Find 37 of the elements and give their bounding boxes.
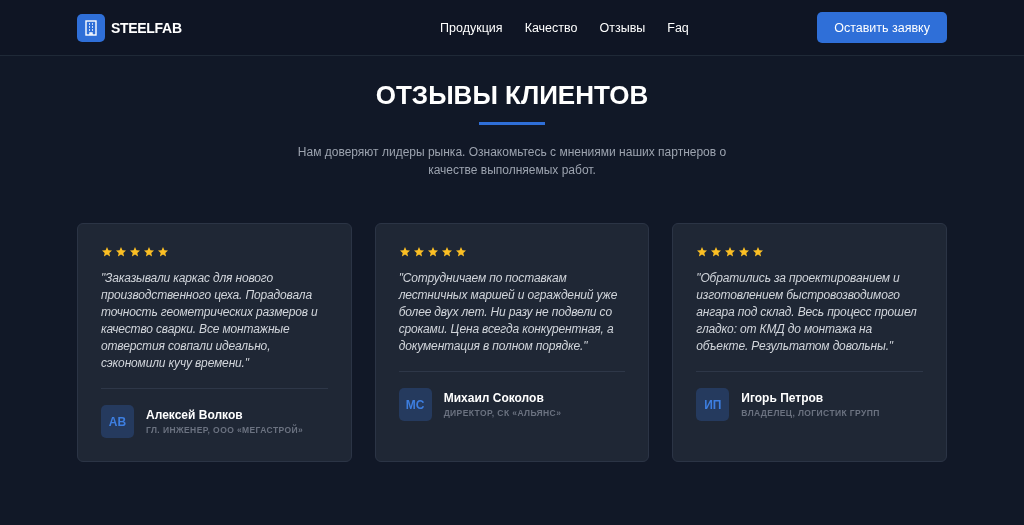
section-subtitle: Нам доверяют лидеры рынка. Ознакомьтесь с мнениями наших партнеров о качестве выполняемых работ. bbox=[296, 144, 728, 179]
author-role: ВЛАДЕЛЕЦ, ЛОГИСТИК ГРУПП bbox=[741, 408, 880, 418]
author-name: Михаил Соколов bbox=[443, 391, 545, 405]
star-icon bbox=[752, 246, 765, 258]
star-icon bbox=[115, 246, 127, 258]
review-quote: "Сотрудничаем по поставкам лестничных маршей и ограждений уже более двух лет. Ни разу не подвели со сроками. Цена всегда конкурентная, а документация в полном порядке." bbox=[398, 270, 619, 355]
review-quote: "Обратились за проектированием и изготовлением быстровозводимого ангара под склад. Весь процесс прошел гладко: от КМД до монтажа на объекте. Результатом довольны." bbox=[696, 270, 918, 355]
author-name: Алексей Волков bbox=[146, 408, 244, 422]
author-avatar: ИП bbox=[696, 388, 730, 421]
author-name: Игорь Петров bbox=[741, 391, 825, 405]
section-title: ОТЗЫВЫ КЛИЕНТОВ bbox=[374, 79, 650, 111]
author-avatar: АВ bbox=[101, 405, 134, 438]
nav-link[interactable]: Качество bbox=[524, 20, 578, 35]
star-icon bbox=[440, 246, 453, 258]
nav-link[interactable]: Продукция bbox=[440, 20, 503, 35]
building-icon bbox=[77, 13, 105, 42]
title-underline bbox=[479, 122, 545, 125]
star-icon bbox=[143, 246, 155, 258]
star-icon bbox=[710, 246, 723, 258]
logo-text: STEELFAB bbox=[111, 19, 182, 36]
star-icon bbox=[412, 246, 425, 258]
star-icon bbox=[738, 246, 751, 258]
author-avatar: МС bbox=[398, 388, 432, 421]
nav-link[interactable]: Отзывы bbox=[599, 20, 646, 35]
nav-link[interactable]: Faq bbox=[667, 20, 689, 35]
star-icon bbox=[454, 246, 467, 258]
star-icon bbox=[101, 246, 113, 258]
star-icon bbox=[398, 246, 411, 258]
author-role: ДИРЕКТОР, СК «АЛЬЯНС» bbox=[443, 408, 562, 418]
star-icon bbox=[157, 246, 169, 258]
star-icon bbox=[724, 246, 737, 258]
author-role: ГЛ. ИНЖЕНЕР, ООО «МЕГАСТРОЙ» bbox=[146, 425, 304, 435]
star-icon bbox=[129, 246, 141, 258]
star-icon bbox=[696, 246, 709, 258]
request-button[interactable]: Оставить заявку bbox=[817, 12, 947, 43]
review-quote: "Заказывали каркас для нового производственного цеха. Порадовала точность геометрических размеров и качество сварки. Все монтажные отверстия совпали идеально, сэкономили кучу времени." bbox=[101, 270, 319, 372]
star-icon bbox=[426, 246, 439, 258]
